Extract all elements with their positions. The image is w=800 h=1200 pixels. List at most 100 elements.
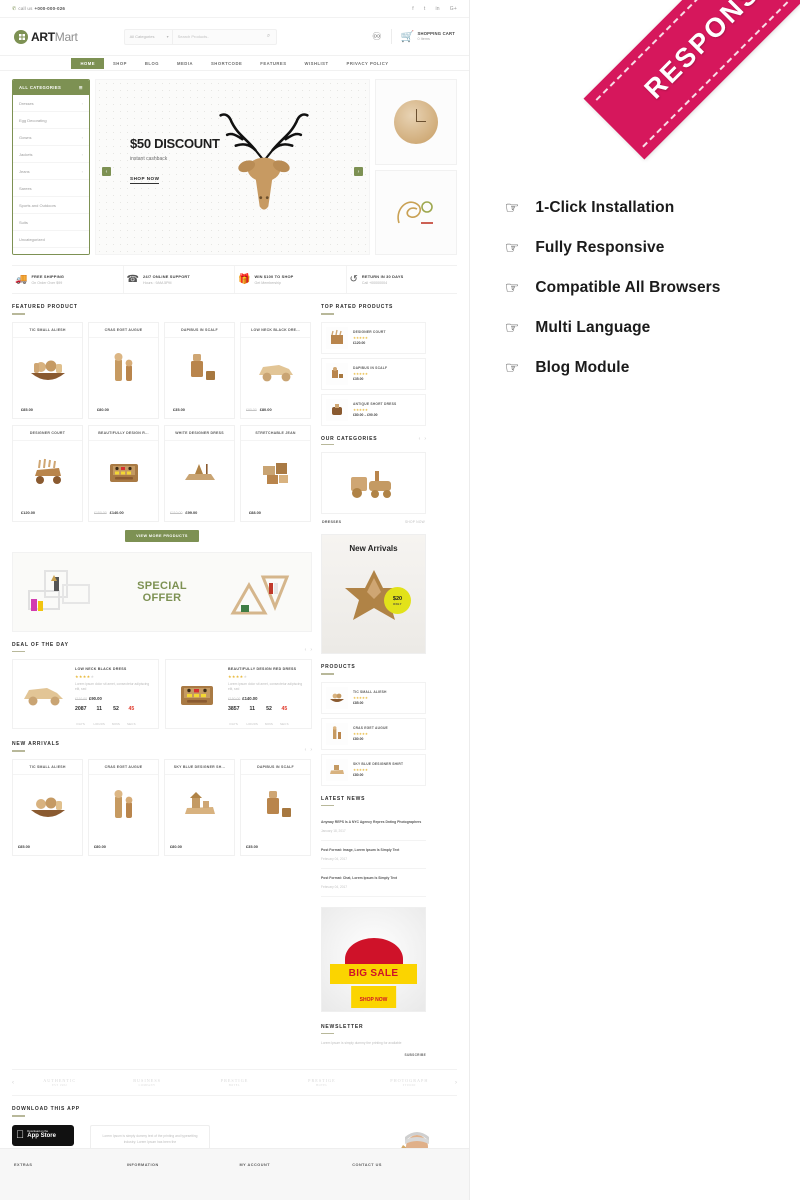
big-sale-banner[interactable]: 60% OFF BIG SALE SHOP NOW: [321, 906, 426, 1012]
next-arrow-icon[interactable]: ›: [310, 647, 312, 653]
googleplus-icon[interactable]: G+: [450, 6, 457, 12]
sidebar-item-jackets[interactable]: Jackets ›: [13, 146, 89, 163]
product-card[interactable]: TIC SMALL ALIESH £85.00: [12, 321, 83, 419]
sidebar-item-dresses[interactable]: Dresses ›: [13, 95, 89, 112]
product-card[interactable]: TIC SMALL ALIESH £85.00: [12, 758, 83, 856]
cart-button[interactable]: 🛒 SHOPPING CART 0 Items: [401, 30, 455, 43]
view-more-products-button[interactable]: VIEW MORE PRODUCTS: [125, 529, 199, 542]
new-arrivals-arrows[interactable]: ‹ ›: [305, 747, 312, 753]
brand-logo[interactable]: BUSINESS COMPANY: [105, 1078, 188, 1087]
category-sidebar-header[interactable]: ALL CATEGORIES ☰: [13, 80, 89, 95]
sale-shop-button[interactable]: SHOP NOW: [350, 985, 397, 1008]
news-item[interactable]: Post Format: Image, Lorem Ipsum Is Simpl…: [321, 841, 426, 869]
brand-logo[interactable]: PRESTIGE HOTEL: [280, 1078, 363, 1087]
categories-arrows[interactable]: ‹ ›: [419, 436, 426, 442]
news-item[interactable]: Anyway REPS Is A NYC Agency Repres Dntin…: [321, 813, 426, 842]
wire-art-image: [397, 201, 433, 225]
sidebar-item-gowns[interactable]: Gowns ›: [13, 129, 89, 146]
hero-next-arrow[interactable]: ›: [354, 167, 363, 176]
product-card[interactable]: DAPIBUS IN SCALF £35.00: [164, 321, 235, 419]
wooden-game-box-image: [109, 463, 138, 482]
nav-item-shortcode[interactable]: SHORTCODE: [202, 58, 251, 69]
brand-logo[interactable]: AUTHENTIC EST 1982: [18, 1078, 101, 1087]
nav-item-features[interactable]: FEATURES: [251, 58, 295, 69]
product-thumb: [326, 398, 348, 421]
list-item[interactable]: DAPIBUS IN SCALF ★★★★★ £35.00: [321, 357, 426, 390]
rating-stars: ★★★★★: [353, 407, 368, 412]
special-offer-banner[interactable]: SPECIAL OFFER: [12, 551, 312, 632]
brand-logo[interactable]: PRESTIGE HOTEL: [193, 1078, 276, 1087]
next-arrow-icon[interactable]: ›: [424, 436, 426, 442]
hero-slider[interactable]: $50 DISCOUNT instant cashback SHOP NOW ‹…: [95, 79, 370, 255]
list-item[interactable]: DESIGNER COURT ★★★★★ £120.00: [321, 321, 426, 354]
sidebar-item-egg-decorating[interactable]: Egg Decorating: [13, 112, 89, 129]
list-item[interactable]: CRAS EGET AUGUE ★★★★★ £80.00: [321, 717, 426, 750]
subscribe-button[interactable]: SUBSCRIBE: [405, 1053, 426, 1057]
product-card[interactable]: LOW NECK BLACK DRE... £90.00 £80.00: [240, 321, 311, 419]
service-title: FREE SHIPPING: [31, 274, 65, 280]
product-card[interactable]: BEAUTIFULLY DESIGN R... £150.00 £140.00: [88, 424, 159, 522]
category-shop-link[interactable]: SHOP NOW: [405, 520, 425, 524]
deal-carousel-arrows[interactable]: ‹ ›: [305, 647, 312, 653]
feature-label: 1-Click Installation: [535, 199, 675, 216]
sidebar-item-jeans[interactable]: Jeans ›: [13, 163, 89, 180]
sidebar-item-sarees[interactable]: Sarees: [13, 180, 89, 197]
site-logo[interactable]: ARTMart: [14, 29, 78, 44]
brands-prev-arrow[interactable]: ‹: [12, 1080, 14, 1086]
deal-card[interactable]: BEAUTIFULLY DESIGN RED DRESS ★★★★★ Lorem…: [165, 659, 312, 730]
linkedin-icon[interactable]: in: [435, 6, 439, 12]
search-input[interactable]: Search Products..: [173, 34, 262, 39]
facebook-icon[interactable]: f: [412, 6, 414, 12]
twitter-icon[interactable]: t: [424, 6, 426, 12]
social-links[interactable]: f t in G+: [412, 6, 457, 12]
list-item[interactable]: TIC SMALL ALIESH ★★★★★ £85.00: [321, 681, 426, 714]
product-card[interactable]: CRAS EGET AUGUE £80.00: [88, 321, 159, 419]
sidebar-item-more[interactable]: More ›: [13, 248, 89, 255]
product-card[interactable]: SKY BLUE DESIGNER SH... £80.00: [164, 758, 235, 856]
prev-arrow-icon[interactable]: ‹: [305, 747, 307, 753]
nav-item-privacy[interactable]: PRIVACY POLICY: [338, 58, 398, 69]
wooden-blocks-puzzle-image: [262, 462, 288, 484]
search-icon[interactable]: ⌕: [262, 33, 276, 40]
list-item[interactable]: ANTIQUE SHORT DRESS ★★★★★ £80.00 – £90.0…: [321, 393, 426, 426]
hero-subtitle: instant cashback: [130, 156, 168, 162]
product-card[interactable]: WHITE DESIGNER DRESS £110.00 £99.00: [164, 424, 235, 522]
sidebar-item-suits[interactable]: Suits: [13, 214, 89, 231]
appstore-button[interactable]:  Download on theApp Store: [12, 1124, 74, 1146]
user-icon[interactable]: ♾: [372, 30, 382, 43]
brands-next-arrow[interactable]: ›: [455, 1080, 457, 1086]
deal-card[interactable]: LOW NECK BLACK DRESS ★★★★★ Lorem ipsum d…: [12, 659, 159, 730]
product-card[interactable]: CRAS EGET AUGUE £80.00: [88, 758, 159, 856]
sidebar-item-uncategorized[interactable]: Uncategorized: [13, 231, 89, 248]
pointing-hand-icon: ☞: [505, 360, 520, 377]
nav-item-blog[interactable]: BLOG: [136, 58, 168, 69]
product-card[interactable]: DESIGNER COURT £120.00: [12, 424, 83, 522]
nav-item-media[interactable]: MEDIA: [168, 58, 202, 69]
hero-cta-button[interactable]: SHOP NOW: [130, 176, 160, 184]
banner-wireart[interactable]: [375, 169, 457, 255]
hero-prev-arrow[interactable]: ‹: [102, 167, 111, 176]
sidebar-item-sports[interactable]: Sports and Outdoors: [13, 197, 89, 214]
nav-item-shop[interactable]: SHOP: [104, 58, 136, 69]
chevron-right-icon: ›: [81, 100, 83, 106]
prev-arrow-icon[interactable]: ‹: [419, 436, 421, 442]
brand-sub: HOTEL: [316, 1084, 328, 1088]
list-item[interactable]: SKY BLUE DESIGNER SHIRT ★★★★★ £80.00: [321, 753, 426, 786]
new-arrivals-banner[interactable]: New Arrivals $20 ONLY: [321, 534, 426, 655]
nav-item-home[interactable]: HOME: [71, 57, 105, 69]
category-card[interactable]: [321, 452, 426, 515]
next-arrow-icon[interactable]: ›: [310, 747, 312, 753]
nav-item-wishlist[interactable]: WISHLIST: [296, 58, 338, 69]
product-card[interactable]: DAPIBUS IN SCALF £35.00: [240, 758, 311, 856]
category-select[interactable]: All Categories ▾: [125, 29, 173, 44]
product-card[interactable]: STRETCHABLE JEAN £88.00: [240, 424, 311, 522]
prev-arrow-icon[interactable]: ‹: [305, 647, 307, 653]
news-item[interactable]: Post Format: Chat, Lorem Ipsum Is Simply…: [321, 869, 426, 897]
brand-logo[interactable]: PHOTOGRAPH STUDIO: [368, 1078, 451, 1087]
deal-title: DEAL OF THE DAY: [12, 641, 69, 648]
search-bar[interactable]: All Categories ▾ Search Products.. ⌕: [123, 28, 277, 45]
sale-text: BIG SALE: [348, 968, 399, 980]
product-image: [89, 775, 158, 839]
feature-item: ☞ Multi Language: [505, 308, 785, 348]
banner-clock[interactable]: [375, 79, 457, 165]
